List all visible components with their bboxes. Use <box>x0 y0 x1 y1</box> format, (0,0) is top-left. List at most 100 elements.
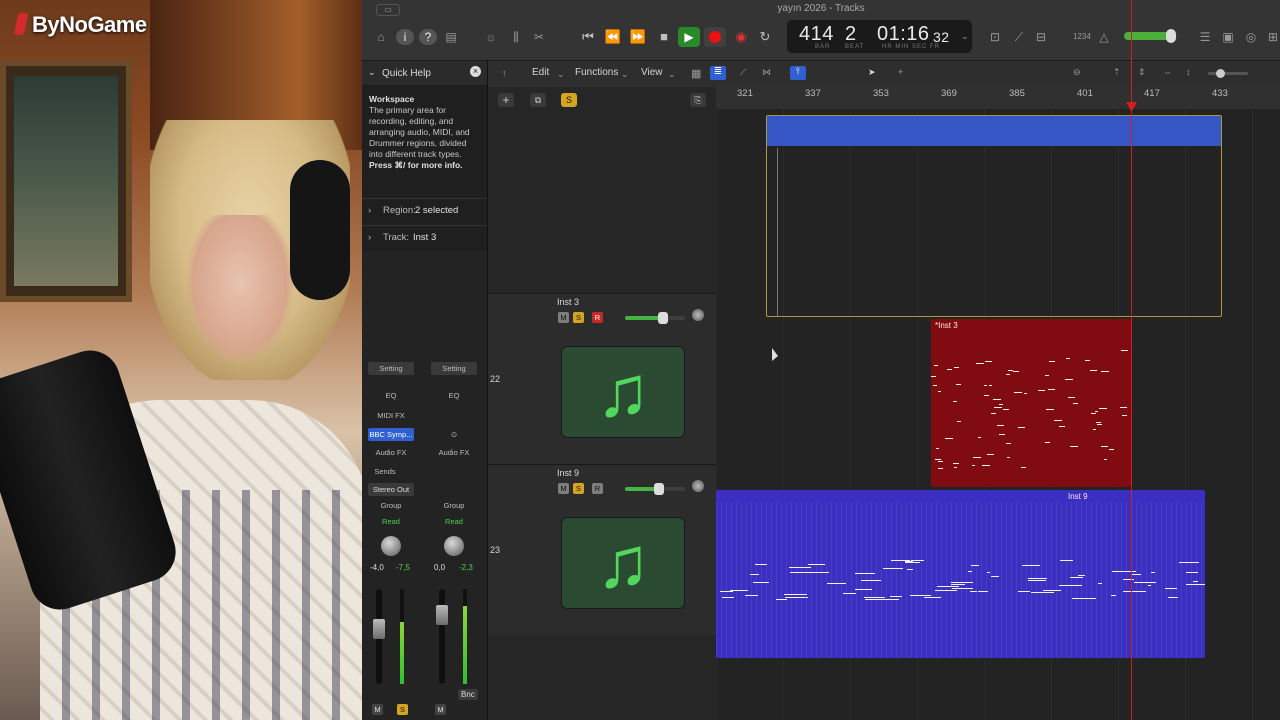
fader-cap-left[interactable] <box>373 619 385 639</box>
track-pan-knob[interactable] <box>692 480 704 492</box>
track-solo-button[interactable]: S <box>573 312 584 323</box>
solo-button-left[interactable]: S <box>397 704 408 715</box>
menu-view[interactable]: View <box>641 67 663 78</box>
midi-note <box>987 454 994 455</box>
browsers-icon[interactable]: ⊞ <box>1264 29 1280 45</box>
track-name[interactable]: Inst 3 <box>557 297 579 307</box>
region-top-bar[interactable] <box>767 116 1221 146</box>
midi-note <box>1095 411 1098 412</box>
global-solo-button[interactable]: S <box>561 93 577 107</box>
midi-note <box>1096 422 1101 423</box>
menu-functions[interactable]: Functions <box>575 67 618 78</box>
add-track-button[interactable]: + <box>498 93 514 107</box>
catch-icon[interactable]: ⫯ <box>790 66 806 80</box>
track-mute-button[interactable]: M <box>558 483 569 494</box>
lcd-display[interactable]: 414 2 BAR BEAT 01:16 32 HR MIN SEC FR ⌄ <box>787 20 972 53</box>
track-name[interactable]: Inst 9 <box>557 468 579 478</box>
bar-ruler[interactable]: 321 337 353 369 385 401 417 433 <box>716 87 1280 110</box>
track-volume-slider[interactable] <box>625 483 685 495</box>
eq-right[interactable]: EQ <box>431 389 477 402</box>
flex-icon[interactable]: ⋈ <box>762 67 771 78</box>
track-solo-button[interactable]: S <box>573 483 584 494</box>
link-icon[interactable]: ⊙ <box>431 428 477 441</box>
group-left[interactable]: Group <box>368 499 414 512</box>
fader-cap-right[interactable] <box>436 605 448 625</box>
master-volume-slider[interactable] <box>1124 29 1180 43</box>
track-header-inst9[interactable]: 23 Inst 9 M S R ♫ <box>488 464 716 635</box>
track-header-inst3[interactable]: 22 Inst 3 M S R ♫ <box>488 293 716 464</box>
lcd-chevron-icon[interactable]: ⌄ <box>961 31 969 42</box>
track-record-button[interactable]: R <box>592 312 603 323</box>
pencil-tool-icon[interactable]: + <box>898 67 903 77</box>
menu-edit[interactable]: Edit <box>532 67 549 78</box>
automation-icon[interactable]: ⟋ <box>740 67 746 78</box>
stop-icon[interactable]: ■ <box>653 28 675 46</box>
grid-view-icon[interactable]: ▦ <box>691 67 701 80</box>
go-to-start-icon[interactable]: ⏮ <box>577 28 599 46</box>
snap-icon[interactable]: ⊖ <box>1073 67 1081 78</box>
horizontal-zoom-icon[interactable]: ⇔ <box>1163 67 1172 77</box>
bounce-button[interactable]: Bnc <box>458 689 478 700</box>
cycle-icon[interactable]: ↻ <box>754 28 776 46</box>
midi-fx-slot[interactable]: MIDI FX <box>368 409 414 422</box>
setting-button-right[interactable]: Setting <box>431 362 477 375</box>
rewind-icon[interactable]: ⏪ <box>602 28 624 46</box>
list-view-icon[interactable]: ≣ <box>710 66 726 80</box>
record-button[interactable] <box>704 27 726 47</box>
setting-button-left[interactable]: Setting <box>368 362 414 375</box>
vertical-zoom-icon[interactable]: ⇕ <box>1138 67 1146 78</box>
mute-button-right[interactable]: M <box>435 704 446 715</box>
pan-knob-right[interactable] <box>444 536 464 556</box>
catch-playhead-icon[interactable]: ⎘ <box>690 93 706 107</box>
fast-forward-icon[interactable]: ⏩ <box>627 28 649 46</box>
metronome-icon[interactable]: △ <box>1095 29 1113 45</box>
instrument-slot[interactable]: BBC Symp... <box>368 428 414 441</box>
region-inst3[interactable]: *Inst 3 <box>931 319 1131 487</box>
output-slot[interactable]: Stereo Out <box>368 483 414 496</box>
notepad-icon[interactable]: ▣ <box>1219 29 1237 45</box>
midi-note <box>1006 443 1011 444</box>
track-pan-knob[interactable] <box>692 309 704 321</box>
capture-record-icon[interactable]: ◉ <box>730 28 752 46</box>
audio-fx-right[interactable]: Audio FX <box>431 446 477 459</box>
region-inspector-toggle[interactable]: › Region: 2 selected <box>362 198 487 221</box>
toolbar-icon[interactable]: ▤ <box>442 29 460 45</box>
quick-help-icon[interactable]: ? <box>419 29 437 45</box>
midi-note <box>935 590 957 591</box>
pan-knob-left[interactable] <box>381 536 401 556</box>
play-button[interactable]: ▶ <box>678 27 700 47</box>
track-record-button[interactable]: R <box>592 483 603 494</box>
quick-help-header[interactable]: ⌄ Quick Help × <box>362 61 487 85</box>
mixer-icon[interactable]: ⫼ <box>507 29 525 45</box>
back-arrow-icon[interactable]: ↑ <box>502 68 507 78</box>
replace-icon[interactable]: ⊡ <box>986 29 1004 45</box>
duplicate-track-icon[interactable]: ⧉ <box>530 93 546 107</box>
track-lanes[interactable]: *Inst 3 Inst 9 <box>716 109 1280 720</box>
editors-icon[interactable]: ✂ <box>530 29 548 45</box>
smart-controls-icon[interactable]: ☼ <box>482 29 500 45</box>
lcd-beat: 2 <box>845 23 857 45</box>
loop-browser-icon[interactable]: ◎ <box>1242 29 1260 45</box>
list-editors-icon[interactable]: ☰ <box>1196 29 1214 45</box>
audio-fx-left[interactable]: Audio FX <box>368 446 414 459</box>
automation-left[interactable]: Read <box>368 515 414 528</box>
automation-right[interactable]: Read <box>431 515 477 528</box>
inspector-icon[interactable]: i <box>396 29 414 45</box>
vertical-zoom-icon-2[interactable]: ↕ <box>1186 67 1191 77</box>
solo-mode-icon[interactable]: ⊟ <box>1032 29 1050 45</box>
count-in-readout[interactable]: 1234 <box>1070 29 1094 45</box>
waveform-zoom-icon[interactable]: ⇡ <box>1113 67 1121 78</box>
track-mute-button[interactable]: M <box>558 312 569 323</box>
group-right[interactable]: Group <box>431 499 477 512</box>
track-inspector-toggle[interactable]: › Track: Inst 3 <box>362 225 487 248</box>
mute-button-left[interactable]: M <box>372 704 383 715</box>
ruler-bar: 369 <box>941 88 957 99</box>
selected-region-outline[interactable] <box>766 115 1222 317</box>
zoom-slider[interactable] <box>1208 69 1248 78</box>
track-volume-slider[interactable] <box>625 312 685 324</box>
pointer-tool-icon[interactable]: ➤ <box>868 67 876 78</box>
tuner-icon[interactable]: ⟋ <box>1010 29 1028 45</box>
library-icon[interactable]: ⌂ <box>372 29 390 45</box>
eq-left[interactable]: EQ <box>368 389 414 402</box>
close-icon[interactable]: × <box>470 66 481 77</box>
